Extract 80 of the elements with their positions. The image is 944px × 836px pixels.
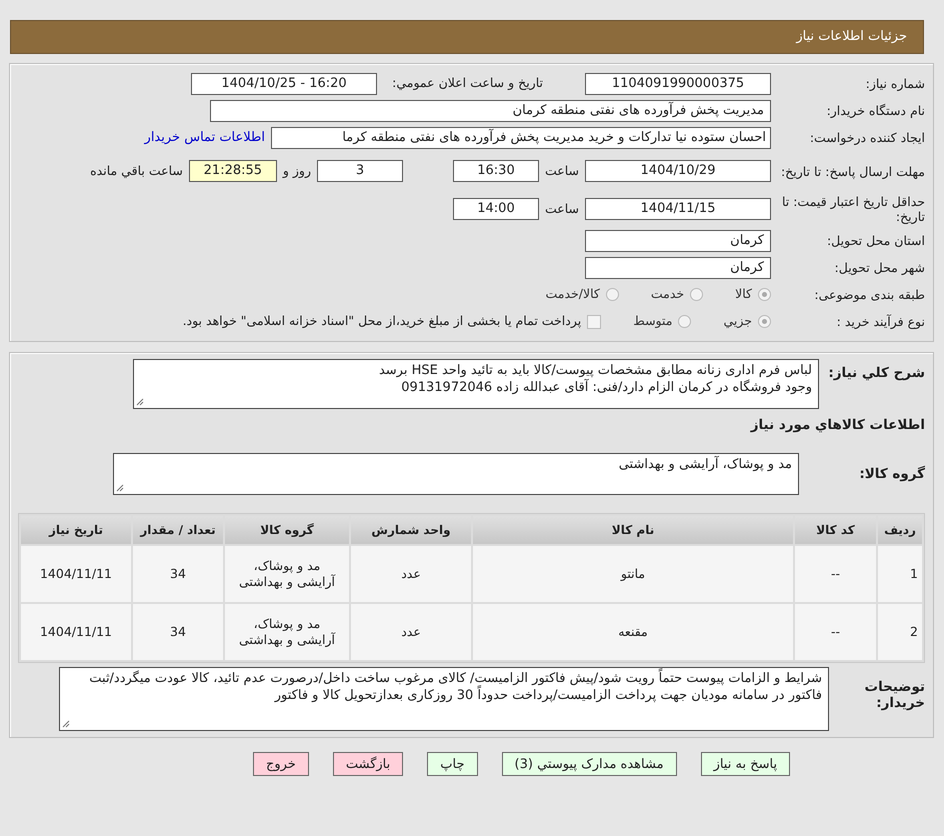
- radio-button[interactable]: [690, 288, 704, 301]
- table-cell: عدد: [351, 604, 471, 660]
- radio-button[interactable]: [758, 288, 771, 301]
- text-field[interactable]: کرمان: [585, 230, 771, 252]
- announce-date-field[interactable]: 1404/10/25 - 16:20: [191, 72, 377, 94]
- contact-link[interactable]: اطلاعات تماس خريدار: [144, 128, 265, 148]
- column-header: تعداد / مقدار: [133, 516, 223, 544]
- field-label: روز و: [282, 162, 311, 180]
- field-label: مهلت ارسال پاسخ: تا تاریخ:: [780, 164, 925, 178]
- page-title: جزئیات اطلاعات نیاز: [796, 28, 907, 46]
- action-button[interactable]: چاپ: [427, 752, 478, 776]
- table-cell: مد و پوشاک، آرایشی و بهداشتی: [225, 546, 349, 602]
- radio-button[interactable]: [678, 315, 692, 328]
- field-label: نوع فرآیند خرید :: [836, 314, 925, 329]
- date-field[interactable]: 1404/11/15: [585, 198, 771, 220]
- radio-label: خدمت: [650, 285, 684, 304]
- text-line: شرایط و الزامات پیوست حتماً رویت شود/پیش فاکتور الزامیست/ کالای مرغوب ساخت داخل/درصورت عدم تائید، کالا عودت میگردد/ثبت فاکتور در سامانه مودیان جهت پرداخت الزامیست/پرداخت حدوداً 30 روزکاری بعدازتحویل کالا و فاکتور: [66, 670, 822, 704]
- time-field[interactable]: 14:00: [452, 198, 539, 220]
- table-cell: 1404/11/11: [21, 604, 131, 660]
- table-cell: 2: [878, 604, 922, 660]
- creator-field[interactable]: احسان ستوده نیا تدارکات و خرید مدیریت پخش فرآورده های نفتی منطقه کرما: [271, 126, 771, 148]
- table-cell: مانتو: [473, 546, 793, 602]
- column-header: کد کالا: [795, 516, 876, 544]
- goods-group-box[interactable]: مد و پوشاک، آرایشی و بهداشتی: [113, 453, 799, 496]
- action-button[interactable]: مشاهده مدارک پیوستي (3): [502, 752, 677, 776]
- column-header: گروه کالا: [225, 516, 349, 544]
- countdown-field[interactable]: 21:28:55: [188, 160, 277, 182]
- column-header: نام کالا: [473, 516, 793, 544]
- field-label: نام دستگاه خریدار:: [826, 103, 925, 118]
- table-cell: --: [795, 546, 876, 602]
- buyer-field[interactable]: مدیریت پخش فرآورده های نفتی منطقه کرمان: [210, 100, 771, 122]
- field-label: استان محل تحویل:: [826, 233, 925, 248]
- days-field[interactable]: 3: [316, 160, 403, 182]
- field-label: ایجاد کننده درخواست:: [808, 130, 925, 145]
- resize-grip-icon[interactable]: [136, 398, 144, 406]
- field-label: ساعت: [544, 162, 579, 180]
- need-number-field[interactable]: 1104091990000375: [585, 72, 771, 94]
- column-header: واحد شمارش: [351, 516, 471, 544]
- checkbox-label: پرداخت تمام یا بخشی از مبلغ خرید،از محل "اسناد خزانه اسلامی" خواهد بود.: [182, 312, 582, 330]
- field-label: گروه کالا:: [858, 466, 925, 482]
- radio-label: متوسط: [633, 312, 672, 330]
- field-label: طبقه بندی موضوعی:: [813, 287, 925, 302]
- table-cell: 34: [133, 546, 223, 602]
- resize-grip-icon[interactable]: [62, 720, 70, 728]
- time-field[interactable]: 16:30: [452, 160, 539, 182]
- field-label: شرح کلي نیاز:: [827, 364, 925, 382]
- radio-button[interactable]: [606, 288, 619, 301]
- field-label: ساعت باقي مانده: [90, 162, 183, 180]
- resize-grip-icon[interactable]: [116, 484, 124, 492]
- text-line: لباس فرم اداری زنانه مطابق مشخصات پیوست/کالا باید به تائید واحد HSE برسد: [378, 362, 812, 378]
- table-cell: مقنعه: [473, 604, 793, 660]
- field-label: توضیحات خریدار:: [864, 678, 925, 712]
- field-label: تاریخ و ساعت اعلان عمومي:: [391, 74, 543, 92]
- action-button[interactable]: خروج: [252, 752, 309, 776]
- date-field[interactable]: 1404/10/29: [585, 160, 771, 182]
- table-cell: 34: [133, 604, 223, 660]
- table-cell: 1404/11/11: [21, 546, 131, 602]
- text-line: وجود فروشگاه در کرمان الزام دارد/فنی: آقای عبدالله زاده 09131972046: [400, 379, 812, 396]
- radio-label: کالا/خدمت: [545, 285, 600, 304]
- action-button[interactable]: بازگشت: [332, 752, 404, 776]
- field-label: شماره نیاز:: [864, 76, 925, 91]
- field-label: حداقل تاریخ اعتبار قیمت: تا تاریخ:: [780, 194, 925, 224]
- radio-label: کالا: [735, 285, 752, 304]
- buyer-notes-box[interactable]: [59, 667, 829, 732]
- radio-button[interactable]: [758, 315, 771, 328]
- field-label: ساعت: [544, 200, 579, 218]
- section-heading: اطلاعات کالاهاي مورد نیاز: [749, 416, 925, 435]
- action-button[interactable]: پاسخ به نیاز: [700, 752, 790, 776]
- column-header: تاریخ نیاز: [21, 516, 131, 544]
- text-line: مد و پوشاک، آرایشی و بهداشتی: [618, 456, 792, 474]
- field-label: شهر محل تحویل:: [834, 260, 925, 275]
- radio-label: جزيي: [723, 312, 752, 330]
- table-cell: --: [795, 604, 876, 660]
- table-cell: عدد: [351, 546, 471, 602]
- checkbox[interactable]: [587, 314, 602, 328]
- table-cell: مد و پوشاک، آرایشی و بهداشتی: [225, 604, 349, 660]
- description-box[interactable]: لباس فرم اداری زنانه مطابق مشخصات پیوست/کالا باید به تائید واحد HSE برسد وجود فروشگاه در کرمان الزام دارد/فنی: آقای عبدالله زاده 09131972046: [133, 359, 819, 409]
- column-header: ردیف: [878, 516, 922, 544]
- table-cell: 1: [878, 546, 922, 602]
- text-field[interactable]: کرمان: [585, 256, 771, 278]
